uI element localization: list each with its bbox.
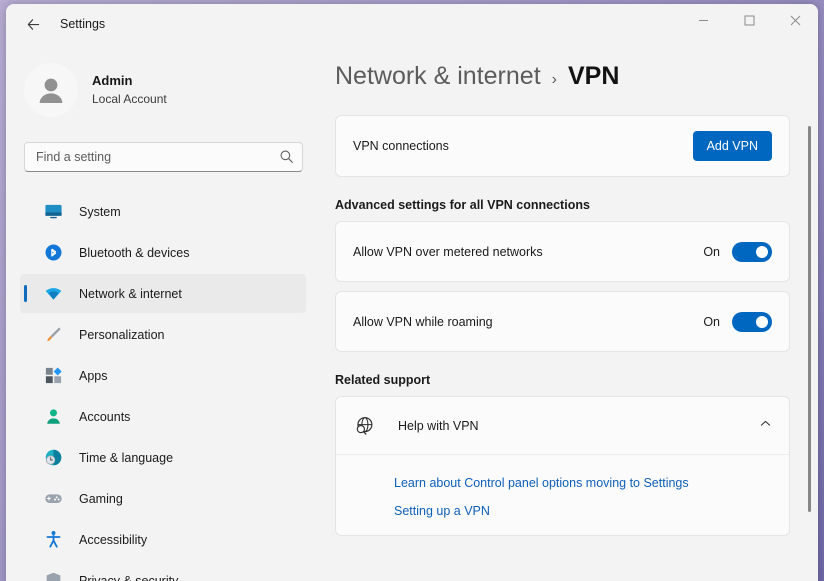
- related-support-heading: Related support: [335, 373, 818, 387]
- monitor-icon: [43, 202, 63, 222]
- profile-account-type: Local Account: [92, 91, 167, 108]
- setting-label: Allow VPN over metered networks: [353, 245, 703, 259]
- advanced-settings-heading: Advanced settings for all VPN connection…: [335, 198, 818, 212]
- settings-window: Settings: [6, 4, 818, 581]
- related-support-card: Help with VPN Learn about Control panel …: [335, 396, 790, 536]
- window-title: Settings: [60, 17, 105, 31]
- title-bar: Settings: [6, 4, 818, 44]
- add-vpn-button[interactable]: Add VPN: [693, 131, 772, 161]
- sidebar-item-time-language[interactable]: Time & language: [20, 438, 306, 477]
- sidebar-item-personalization[interactable]: Personalization: [20, 315, 306, 354]
- accessibility-icon: [43, 530, 63, 550]
- sidebar: Admin Local Account System Bluetooth & de…: [6, 44, 320, 581]
- sidebar-item-label: Gaming: [79, 492, 123, 506]
- vpn-connections-card: VPN connections Add VPN: [335, 115, 790, 177]
- setting-label: Allow VPN while roaming: [353, 315, 703, 329]
- help-with-vpn-label: Help with VPN: [398, 419, 759, 433]
- toggle-state-label: On: [703, 245, 720, 259]
- sidebar-item-gaming[interactable]: Gaming: [20, 479, 306, 518]
- main-content: Network & internet › VPN VPN connections…: [320, 44, 818, 581]
- advanced-settings-list: Allow VPN over metered networksOnAllow V…: [320, 221, 818, 352]
- sidebar-item-privacy-security[interactable]: Privacy & security: [20, 561, 306, 581]
- sidebar-item-system[interactable]: System: [20, 192, 306, 231]
- sidebar-item-label: Bluetooth & devices: [79, 246, 190, 260]
- desktop-background: Settings: [0, 0, 824, 581]
- sidebar-item-label: Apps: [79, 369, 108, 383]
- sidebar-item-apps[interactable]: Apps: [20, 356, 306, 395]
- page-title: VPN: [568, 62, 619, 91]
- setting-card: Allow VPN while roamingOn: [335, 291, 790, 352]
- scrollbar[interactable]: [804, 92, 816, 581]
- sidebar-nav: System Bluetooth & devices Network & inter…: [6, 192, 320, 581]
- maximize-icon[interactable]: [726, 4, 772, 36]
- paintbrush-icon: [43, 325, 63, 345]
- toggle-knob: [756, 246, 768, 258]
- support-link[interactable]: Setting up a VPN: [336, 497, 789, 525]
- bluetooth-icon: [43, 243, 63, 263]
- breadcrumb-separator-icon: ›: [552, 71, 557, 89]
- selection-indicator: [24, 285, 27, 302]
- toggle-state-label: On: [703, 315, 720, 329]
- toggle-switch[interactable]: [732, 312, 772, 332]
- scrollbar-thumb[interactable]: [808, 126, 811, 512]
- sidebar-item-label: Time & language: [79, 451, 173, 465]
- wifi-icon: [43, 284, 63, 304]
- sidebar-item-label: Accounts: [79, 410, 130, 424]
- shield-icon: [43, 571, 63, 581]
- breadcrumb: Network & internet › VPN: [320, 44, 818, 91]
- sidebar-item-accounts[interactable]: Accounts: [20, 397, 306, 436]
- gamepad-icon: [43, 489, 63, 509]
- accounts-icon: [43, 407, 63, 427]
- toggle-knob: [756, 316, 768, 328]
- minimize-icon[interactable]: [680, 4, 726, 36]
- support-link[interactable]: Learn about Control panel options moving…: [336, 469, 789, 497]
- breadcrumb-parent[interactable]: Network & internet: [335, 62, 541, 91]
- close-icon[interactable]: [772, 4, 818, 36]
- help-with-vpn-expander[interactable]: Help with VPN: [336, 397, 789, 455]
- chevron-up-icon: [759, 417, 772, 435]
- toggle-switch[interactable]: [732, 242, 772, 262]
- sidebar-item-label: System: [79, 205, 121, 219]
- sidebar-item-label: Accessibility: [79, 533, 147, 547]
- back-arrow-icon[interactable]: [16, 9, 50, 39]
- clock-globe-icon: [43, 448, 63, 468]
- setting-card: Allow VPN over metered networksOn: [335, 221, 790, 282]
- sidebar-item-network-internet[interactable]: Network & internet: [20, 274, 306, 313]
- sidebar-item-bluetooth-devices[interactable]: Bluetooth & devices: [20, 233, 306, 272]
- avatar: [24, 63, 78, 117]
- vpn-connections-label: VPN connections: [353, 139, 693, 153]
- sidebar-item-accessibility[interactable]: Accessibility: [20, 520, 306, 559]
- globe-search-icon: [353, 415, 375, 437]
- sidebar-item-label: Privacy & security: [79, 574, 178, 581]
- profile-name: Admin: [92, 72, 167, 89]
- window-controls: [680, 4, 818, 44]
- support-links-list: Learn about Control panel options moving…: [336, 455, 789, 535]
- sidebar-item-label: Network & internet: [79, 287, 182, 301]
- apps-icon: [43, 366, 63, 386]
- search-input[interactable]: [24, 142, 303, 172]
- sidebar-item-label: Personalization: [79, 328, 164, 342]
- search-box: [24, 142, 303, 172]
- profile-section[interactable]: Admin Local Account: [6, 44, 320, 120]
